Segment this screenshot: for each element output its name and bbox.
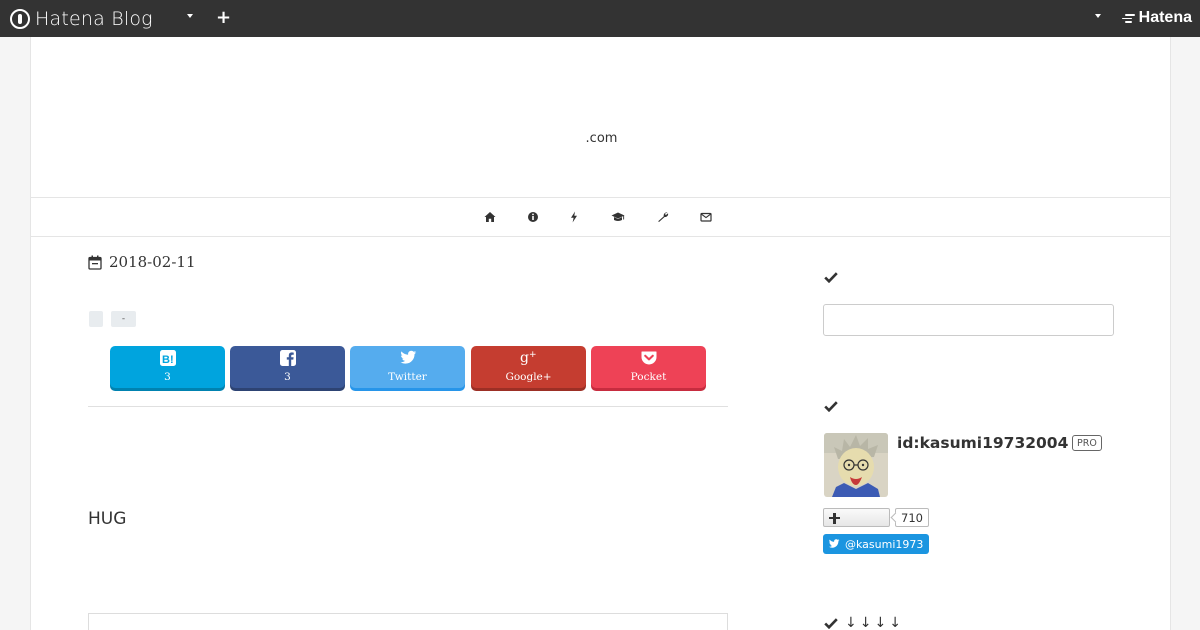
nav-bolt-icon[interactable] xyxy=(567,210,581,224)
global-nav xyxy=(31,197,1170,237)
entry-embed-box xyxy=(88,613,728,630)
pocket-share-button[interactable]: Pocket xyxy=(591,346,706,388)
hatena-logo-text: Hatena xyxy=(1138,9,1192,26)
profile-id-link[interactable]: id:kasumi19732004 xyxy=(897,434,1068,452)
profile-module-check-icon xyxy=(824,401,838,412)
nav-envelope-icon[interactable] xyxy=(699,210,713,224)
pro-badge: PRO xyxy=(1072,435,1102,451)
twitter-share-button[interactable]: Twitter xyxy=(350,346,465,388)
twitter-handle: @kasumi1973 xyxy=(845,537,924,551)
subscribe-button[interactable] xyxy=(823,508,890,527)
google-plus-icon: g + xyxy=(520,350,537,366)
hatena-blog-logo-icon xyxy=(10,9,30,29)
nav-home-icon[interactable] xyxy=(483,210,497,224)
twitter-follow-button[interactable]: @kasumi1973 xyxy=(823,534,930,554)
archive-arrows: ↓↓↓↓ xyxy=(845,615,904,630)
hatena-logo[interactable]: Hatena xyxy=(1121,9,1192,27)
entry-divider xyxy=(88,406,728,407)
hatena-bookmark-count: 3 xyxy=(164,371,171,383)
search-input[interactable] xyxy=(823,304,1114,336)
blog-container: .com 2018-02-11 - B! 3 3 Twitter g + Goo… xyxy=(30,37,1171,630)
facebook-share-button[interactable]: 3 xyxy=(230,346,345,388)
profile-avatar-illustration xyxy=(824,433,888,497)
user-menu-dropdown-icon[interactable] xyxy=(1095,14,1101,18)
category-tag[interactable]: - xyxy=(111,311,136,327)
hatena-bookmark-share-button[interactable]: B! 3 xyxy=(110,346,225,388)
new-post-plus-icon[interactable]: + xyxy=(216,9,231,27)
twitter-share-label: Twitter xyxy=(388,371,427,383)
twitter-bird-icon xyxy=(399,350,416,364)
archive-module-check-icon xyxy=(824,618,838,629)
subscriber-count: 710 xyxy=(895,508,929,527)
global-header: Hatena Blog + Hatena xyxy=(0,0,1200,37)
entry-date[interactable]: 2018-02-11 xyxy=(88,253,195,271)
nav-wrench-icon[interactable] xyxy=(656,210,670,224)
category-tag[interactable] xyxy=(89,311,103,327)
blog-title[interactable]: .com xyxy=(31,131,1172,146)
archive-module-heading: ↓↓↓↓ xyxy=(824,615,904,630)
calendar-icon xyxy=(88,255,102,270)
hatena-mark-icon xyxy=(1121,13,1135,23)
pocket-share-label: Pocket xyxy=(630,371,667,383)
svg-text:g: g xyxy=(520,350,529,366)
entry-body-text: HUG xyxy=(88,509,127,529)
nav-graduation-cap-icon[interactable] xyxy=(610,210,626,224)
google-plus-share-button[interactable]: g + Google+ xyxy=(471,346,586,388)
svg-text:+: + xyxy=(529,350,537,360)
nav-info-icon[interactable] xyxy=(526,210,540,224)
facebook-count: 3 xyxy=(284,371,291,383)
hatena-bookmark-icon: B! xyxy=(159,350,176,366)
twitter-bird-icon xyxy=(828,539,840,548)
hatena-blog-logo[interactable]: Hatena Blog xyxy=(10,7,153,31)
google-plus-share-label: Google+ xyxy=(505,371,552,383)
svg-text:B!: B! xyxy=(162,354,174,366)
hatena-blog-logo-text: Hatena Blog xyxy=(35,8,153,30)
blog-menu-dropdown-icon[interactable] xyxy=(187,14,193,18)
profile-avatar[interactable] xyxy=(824,433,888,497)
entry-date-text: 2018-02-11 xyxy=(109,253,196,271)
search-module-check-icon xyxy=(824,272,838,283)
pocket-icon xyxy=(641,351,656,365)
facebook-icon xyxy=(279,350,296,366)
